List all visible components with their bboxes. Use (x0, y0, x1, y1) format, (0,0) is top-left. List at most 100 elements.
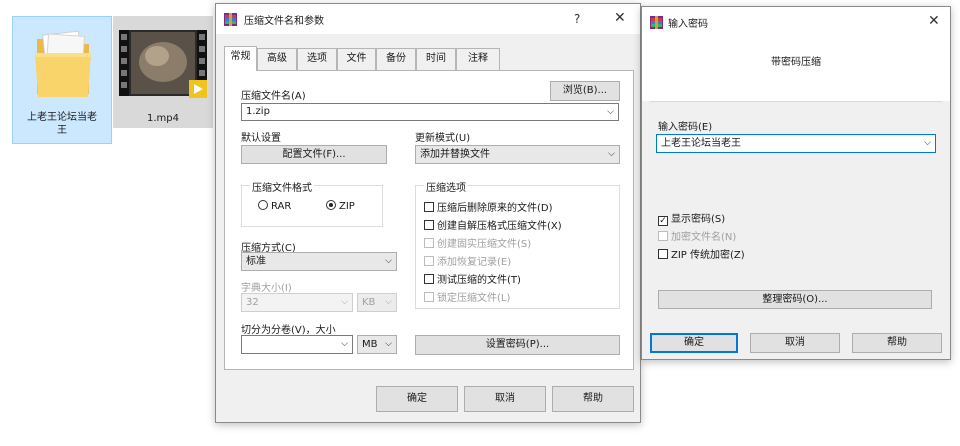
dictionary-size-value: 32 (246, 297, 259, 308)
split-unit-value: MB (362, 339, 378, 350)
password-panel: 输入密码(E) 上老王论坛当老王 ⌵ ✓ 显示密码(S) 加密文件名(N) ZIP… (650, 101, 942, 323)
radio-icon (258, 200, 268, 210)
compression-method-select[interactable]: 标准 ⌵ (241, 252, 397, 271)
checkbox-icon (424, 220, 434, 230)
split-size-input[interactable]: ⌵ (241, 335, 353, 354)
help-button[interactable]: 帮助 (552, 386, 634, 412)
update-mode-select[interactable]: 添加并替换文件 ⌵ (415, 145, 620, 164)
split-volumes-label: 切分为分卷(V)，大小 (241, 325, 336, 336)
archive-parameters-dialog: 压缩文件名和参数 ? ✕ 常规 高级 选项 文件 备份 时间 注释 压缩文件名(… (215, 3, 641, 423)
format-rar-label: RAR (271, 201, 292, 212)
general-tab-panel: 压缩文件名(A) 浏览(B)... 1.zip ⌵ 默认设置 配置文件(F)..… (224, 70, 634, 370)
winrar-icon (224, 13, 237, 26)
help-question-icon[interactable]: ? (574, 12, 580, 26)
password-header-area: 带密码压缩 (642, 37, 950, 101)
zip-legacy-encryption-checkbox[interactable]: ZIP 传统加密(Z) (658, 246, 745, 261)
checkbox-icon (424, 256, 434, 266)
winrar-icon (650, 16, 663, 29)
chevron-down-icon: ⌵ (385, 339, 392, 349)
delete-after-archiving-checkbox[interactable]: 压缩后删除原来的文件(D) (424, 199, 553, 214)
folder-item[interactable]: 上老王论坛当老 王 (12, 16, 112, 144)
chevron-down-icon: ⌵ (385, 256, 392, 266)
archive-name-label: 压缩文件名(A) (241, 91, 306, 102)
organize-passwords-button[interactable]: 整理密码(O)... (658, 290, 932, 309)
show-password-checkbox[interactable]: ✓ 显示密码(S) (658, 210, 725, 226)
checkbox-label: 创建自解压格式压缩文件(X) (437, 221, 562, 232)
checkbox-label: 锁定压缩文件(L) (437, 293, 511, 304)
archive-options-group: 压缩选项 压缩后删除原来的文件(D) 创建自解压格式压缩文件(X) 创建固实压缩… (415, 179, 620, 309)
tab-time[interactable]: 时间 (416, 48, 456, 70)
chevron-down-icon: ⌵ (385, 297, 392, 307)
tab-backup[interactable]: 备份 (376, 48, 416, 70)
explorer-pane: 上老王论坛当老 王 1.mp4 (0, 0, 215, 446)
dictionary-unit-select[interactable]: KB ⌵ (357, 293, 397, 312)
checkbox-icon (424, 274, 434, 284)
video-thumbnail-icon (119, 22, 207, 102)
checkbox-label: ZIP 传统加密(Z) (671, 250, 745, 261)
archive-options-label: 压缩选项 (424, 179, 468, 194)
chevron-down-icon[interactable]: ⌵ (924, 135, 931, 152)
format-rar-radio[interactable]: RAR (258, 200, 291, 212)
dictionary-unit-value: KB (362, 297, 376, 308)
tab-general[interactable]: 常规 (224, 46, 257, 71)
test-archived-files-checkbox[interactable]: 测试压缩的文件(T) (424, 271, 521, 286)
chevron-down-icon[interactable]: ⌵ (341, 336, 348, 353)
default-settings-label: 默认设置 (241, 133, 281, 144)
checkbox-label: 压缩后删除原来的文件(D) (437, 203, 553, 214)
checkbox-label: 显示密码(S) (671, 214, 726, 225)
titlebar: 输入密码 ✕ (642, 7, 950, 37)
create-solid-checkbox[interactable]: 创建固实压缩文件(S) (424, 235, 531, 250)
checkbox-icon (658, 249, 668, 259)
checkmark-icon: ✓ (658, 216, 668, 226)
password-dialog: 输入密码 ✕ 带密码压缩 输入密码(E) 上老王论坛当老王 ⌵ ✓ 显示密码(S)… (641, 6, 951, 360)
tab-comment[interactable]: 注释 (456, 48, 500, 70)
password-value: 上老王论坛当老王 (661, 138, 741, 149)
cancel-button[interactable]: 取消 (464, 386, 546, 412)
tab-files[interactable]: 文件 (337, 48, 376, 70)
chevron-down-icon[interactable]: ⌵ (607, 104, 614, 120)
cancel-button[interactable]: 取消 (750, 333, 840, 353)
password-heading: 带密码压缩 (771, 57, 821, 68)
checkbox-label: 测试压缩的文件(T) (437, 275, 521, 286)
password-input[interactable]: 上老王论坛当老王 ⌵ (656, 134, 936, 153)
close-icon[interactable]: ✕ (928, 13, 940, 29)
checkbox-label: 加密文件名(N) (671, 232, 737, 243)
lock-archive-checkbox[interactable]: 锁定压缩文件(L) (424, 289, 510, 304)
checkbox-label: 添加恢复记录(E) (437, 257, 512, 268)
encrypt-file-names-checkbox[interactable]: 加密文件名(N) (658, 228, 736, 243)
ok-button[interactable]: 确定 (376, 386, 458, 412)
help-button[interactable]: 帮助 (852, 333, 942, 353)
chevron-down-icon: ⌵ (608, 149, 615, 159)
archive-format-group: 压缩文件格式 RAR ZIP (241, 179, 383, 227)
titlebar: 压缩文件名和参数 ? ✕ (216, 4, 640, 34)
archive-name-input[interactable]: 1.zip ⌵ (241, 103, 619, 121)
tab-options[interactable]: 选项 (297, 48, 337, 70)
update-mode-value: 添加并替换文件 (420, 149, 490, 160)
close-icon[interactable]: ✕ (614, 10, 626, 26)
create-sfx-checkbox[interactable]: 创建自解压格式压缩文件(X) (424, 217, 562, 232)
video-file-name: 1.mp4 (147, 113, 179, 124)
video-file-item[interactable]: 1.mp4 (113, 16, 213, 128)
add-recovery-record-checkbox[interactable]: 添加恢复记录(E) (424, 253, 511, 268)
dialog-title: 压缩文件名和参数 (244, 16, 324, 27)
split-unit-select[interactable]: MB ⌵ (357, 335, 397, 354)
browse-button[interactable]: 浏览(B)... (550, 81, 620, 101)
dictionary-size-label: 字典大小(I) (241, 283, 292, 294)
folder-icon (33, 27, 93, 103)
checkbox-icon (658, 231, 668, 241)
set-password-button[interactable]: 设置密码(P)... (415, 335, 620, 355)
ok-button[interactable]: 确定 (650, 333, 738, 353)
checkbox-label: 创建固实压缩文件(S) (437, 239, 532, 250)
archive-name-value: 1.zip (246, 106, 270, 117)
dialog-title: 输入密码 (668, 19, 708, 30)
archive-format-label: 压缩文件格式 (250, 179, 314, 194)
checkbox-icon (424, 292, 434, 302)
checkbox-icon (424, 238, 434, 248)
compression-method-value: 标准 (246, 256, 266, 267)
dictionary-size-select[interactable]: 32 ⌵ (241, 293, 353, 312)
format-zip-radio[interactable]: ZIP (326, 200, 355, 212)
folder-name-line2: 王 (57, 125, 67, 136)
tab-advanced[interactable]: 高级 (257, 48, 297, 70)
profiles-button[interactable]: 配置文件(F)... (241, 145, 387, 164)
checkbox-icon (424, 202, 434, 212)
